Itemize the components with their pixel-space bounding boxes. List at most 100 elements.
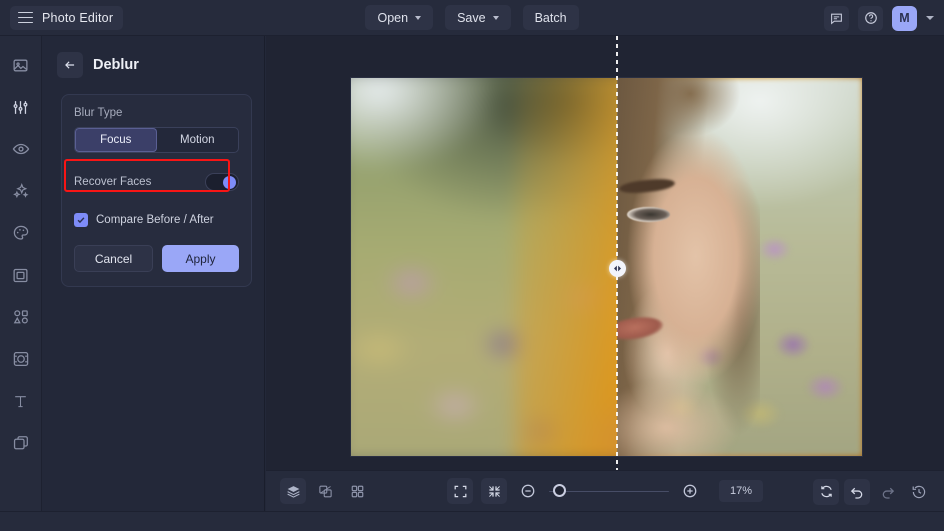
compare-before-after-row[interactable]: Compare Before / After [74,213,239,227]
redo-button[interactable] [875,479,901,505]
chevron-down-icon [415,16,421,20]
undo-icon [849,484,865,500]
page-title: Deblur [93,57,139,73]
zoom-slider[interactable] [549,484,669,498]
save-button[interactable]: Save [445,5,511,30]
compare-checkbox-label: Compare Before / After [96,214,214,226]
recover-faces-toggle[interactable] [205,173,239,191]
apply-button[interactable]: Apply [162,245,239,272]
photo-preview[interactable] [351,78,862,456]
blur-type-option-motion[interactable]: Motion [157,128,239,152]
compare-checkbox[interactable] [74,213,88,227]
save-button-label: Save [457,11,486,25]
bottom-toolbar-right [813,471,932,512]
batch-button[interactable]: Batch [523,5,579,30]
zoom-in-icon [682,483,698,499]
recover-faces-row: Recover Faces [74,171,239,193]
check-icon [76,215,86,225]
bottom-toolbar-left [280,478,370,504]
app-brand[interactable]: Photo Editor [10,6,123,30]
layers-button[interactable] [280,478,306,504]
zoom-out-icon [520,483,536,499]
history-icon [911,484,927,500]
open-button[interactable]: Open [365,5,433,30]
panel-header: Deblur [42,36,264,78]
eye-icon [12,140,30,158]
zoom-level-value[interactable]: 17% [719,480,763,502]
mask-icon [318,484,333,499]
rail-item-retouch[interactable] [8,136,34,162]
help-circle-icon [864,11,878,25]
rail-item-image[interactable] [8,52,34,78]
rail-item-text[interactable] [8,388,34,414]
compare-slider-handle-icon [612,263,623,274]
compare-slider-handle[interactable] [609,260,626,277]
reset-icon [819,484,834,499]
help-button[interactable] [858,6,883,31]
batch-button-label: Batch [535,11,567,25]
zoom-slider-track [549,491,669,493]
blur-type-segmented-control: Focus Motion [74,127,239,153]
avatar[interactable]: M [892,6,917,31]
zoom-slider-thumb[interactable] [553,484,566,497]
grid-icon [350,484,365,499]
zoom-in-button[interactable] [677,478,703,504]
fit-screen-button[interactable] [447,478,473,504]
rail-item-color[interactable] [8,220,34,246]
comment-icon [830,12,843,25]
palette-icon [12,224,30,242]
layers-copy-icon [12,434,30,452]
reset-button[interactable] [813,479,839,505]
chevron-down-icon [493,16,499,20]
avatar-initial: M [899,11,909,25]
compare-divider-line [616,36,618,470]
text-icon [12,393,29,410]
deblur-settings-card: Blur Type Focus Motion Recover Faces Co [61,94,252,287]
chevron-down-icon[interactable] [926,16,934,20]
rail-item-crop[interactable] [8,262,34,288]
image-icon [12,57,29,74]
grid-button[interactable] [344,478,370,504]
zoom-out-button[interactable] [515,478,541,504]
toggle-knob [223,176,236,189]
layers-icon [286,484,301,499]
back-button[interactable] [57,52,83,78]
collapse-icon [487,484,502,499]
rail-item-layers[interactable] [8,430,34,456]
top-bar-right-actions: M [824,0,934,36]
mask-button[interactable] [312,478,338,504]
cancel-button[interactable]: Cancel [74,245,153,272]
crop-frame-icon [12,267,29,284]
status-footer [0,511,944,531]
tool-rail [0,36,42,511]
tool-panel: Deblur Blur Type Focus Motion Recover Fa… [42,36,265,511]
shapes-icon [12,308,30,326]
redo-icon [880,484,896,500]
bottom-toolbar: 17% [266,470,944,511]
sliders-icon [12,99,29,116]
rail-item-effects[interactable] [8,178,34,204]
rail-item-shapes[interactable] [8,304,34,330]
top-bar: Photo Editor Open Save Batch [0,0,944,36]
canvas-area[interactable] [266,36,944,470]
actual-size-button[interactable] [481,478,507,504]
recover-faces-label: Recover Faces [74,176,151,188]
app-title: Photo Editor [42,11,113,25]
fit-screen-icon [453,484,468,499]
open-button-label: Open [377,11,408,25]
history-button[interactable] [906,479,932,505]
panel-actions: Cancel Apply [74,245,239,272]
top-bar-center-actions: Open Save Batch [0,0,944,35]
photo-neck-sharp [596,373,749,456]
feedback-button[interactable] [824,6,849,31]
sparkles-icon [12,182,30,200]
blur-type-label: Blur Type [74,107,239,119]
cutout-icon [12,350,30,368]
photo-editor-app: Photo Editor Open Save Batch [0,0,944,531]
arrow-left-icon [63,58,77,72]
hamburger-icon[interactable] [18,12,33,24]
rail-item-adjust[interactable] [8,94,34,120]
blur-type-option-focus[interactable]: Focus [75,128,157,152]
rail-item-cutout[interactable] [8,346,34,372]
undo-button[interactable] [844,479,870,505]
